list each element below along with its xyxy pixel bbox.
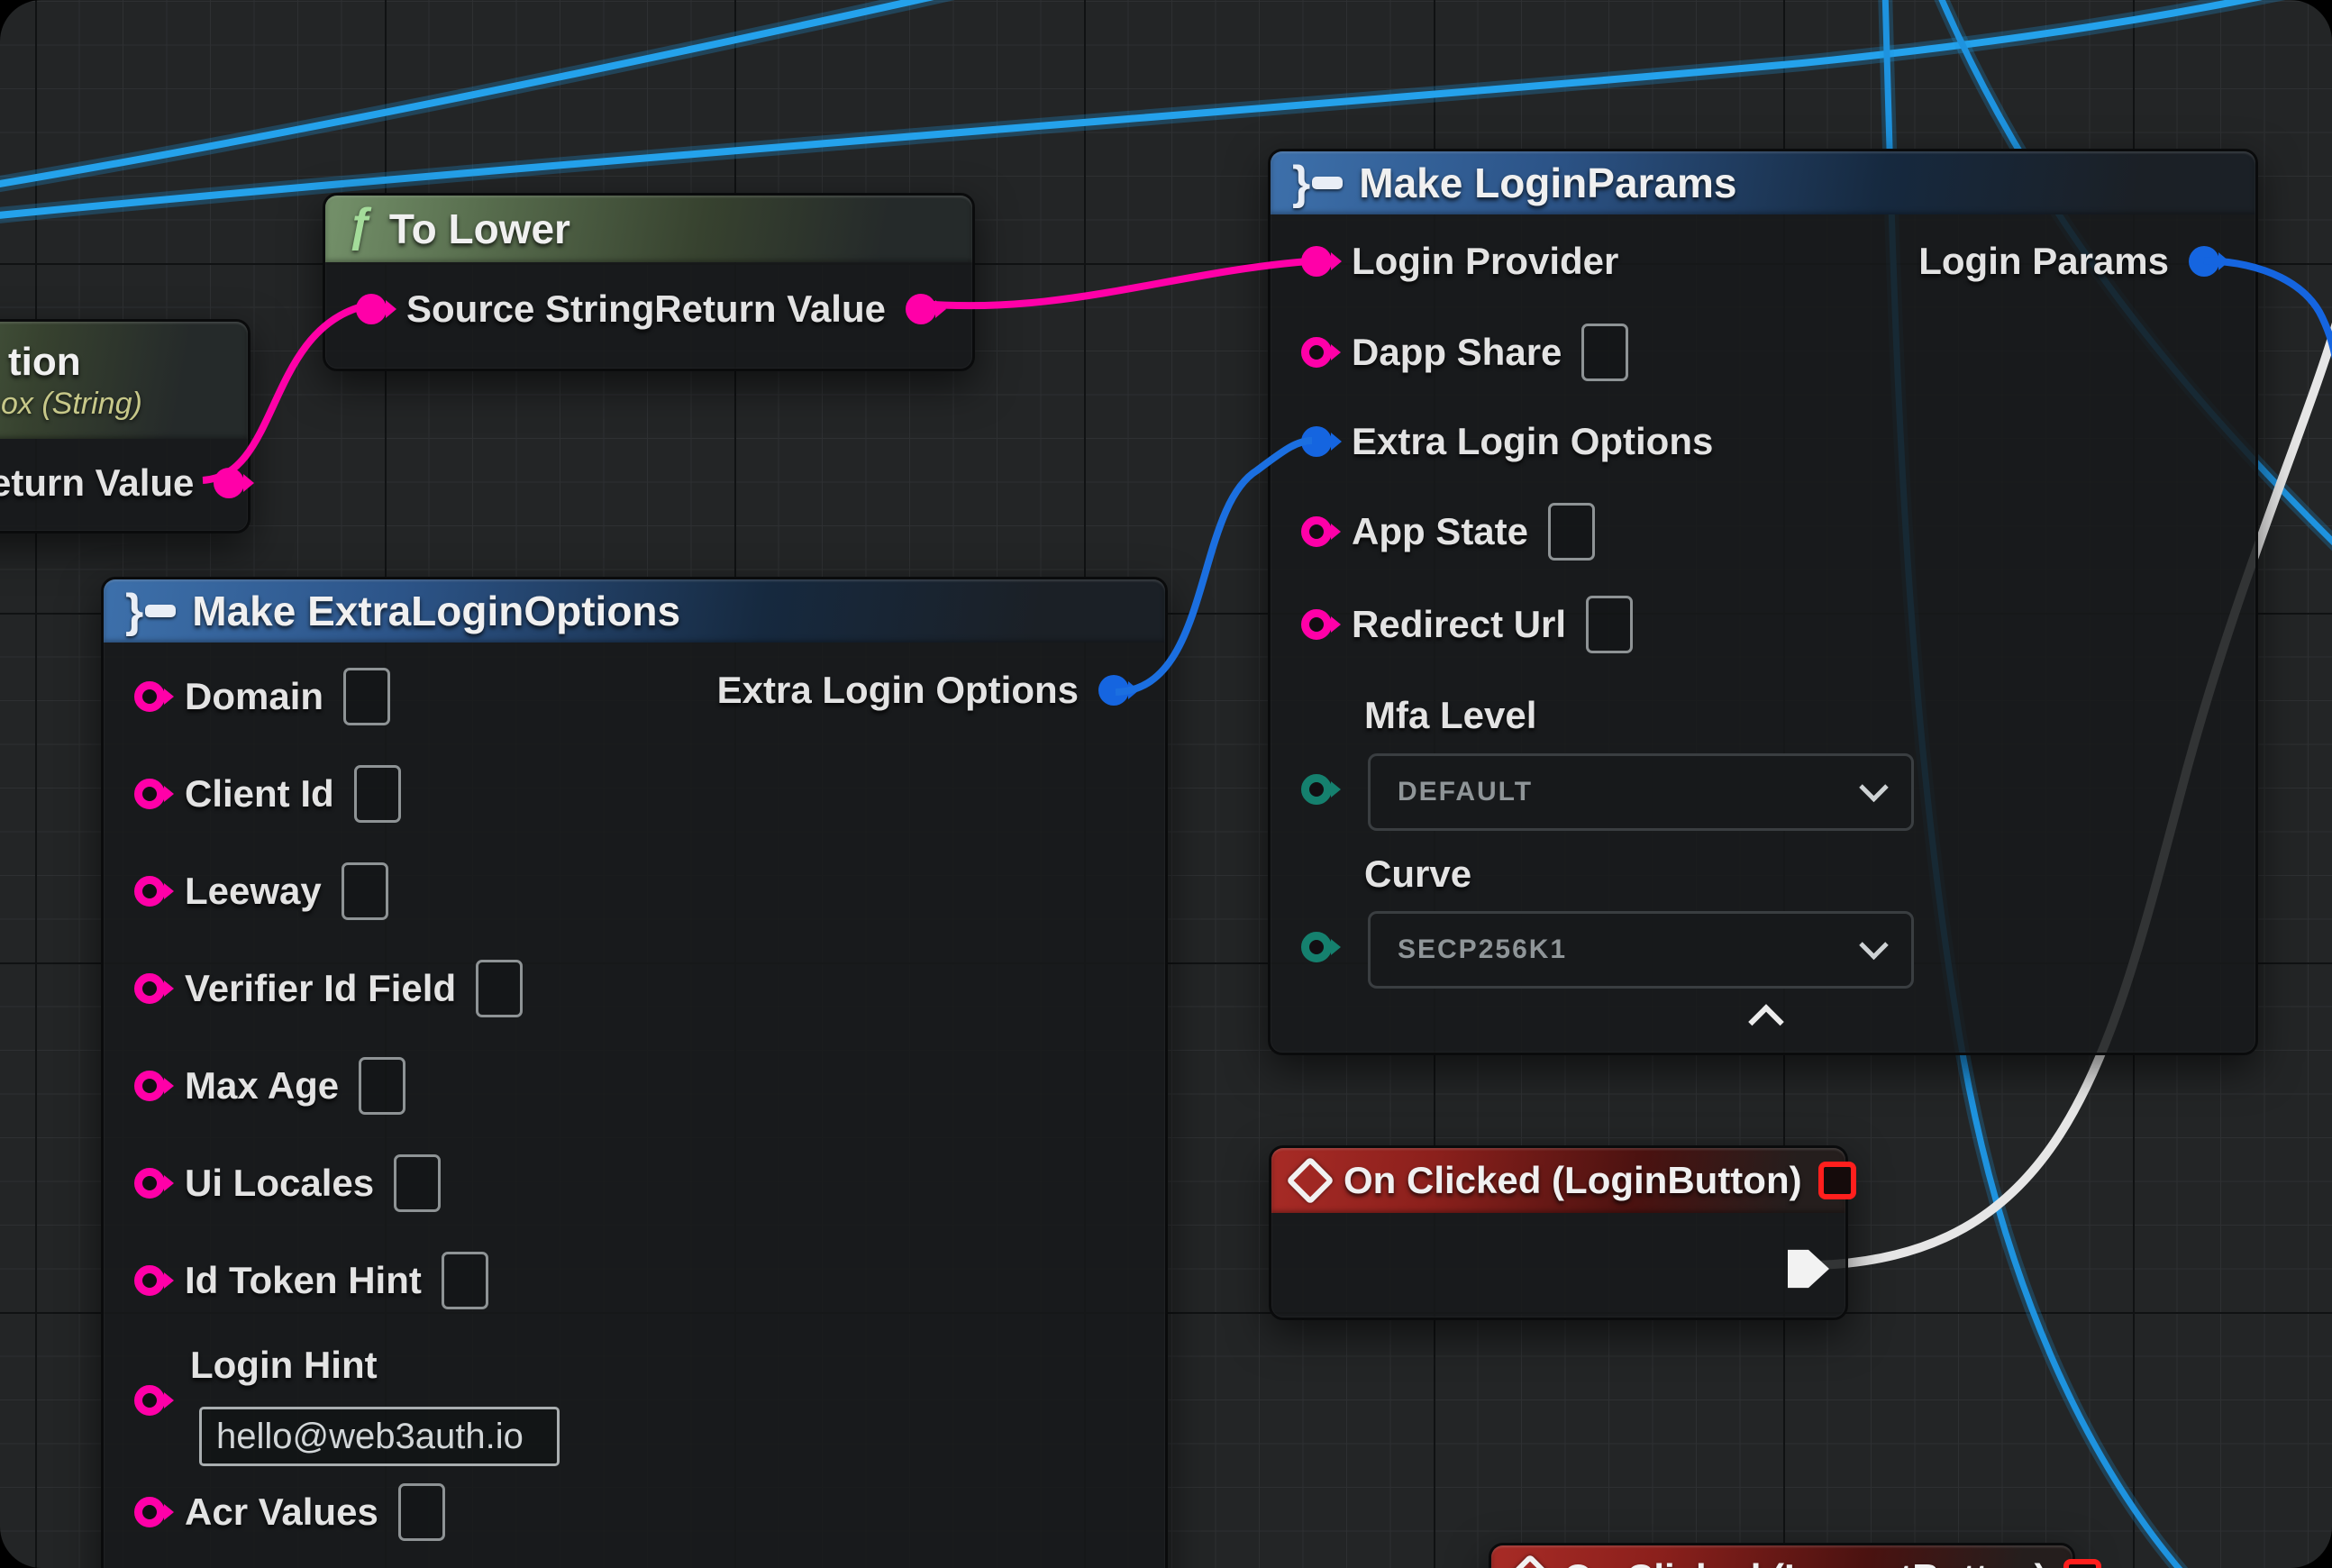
node-on-clicked-logoutbutton-title: On Clicked (LogoutButton) xyxy=(1563,1556,2047,1568)
max-age-input-pin[interactable] xyxy=(134,1071,165,1101)
node-make-extraloginoptions-title: Make ExtraLoginOptions xyxy=(192,587,680,635)
id-token-hint-pin-label: Id Token Hint xyxy=(185,1259,422,1302)
curve-selected-value: SECP256K1 xyxy=(1398,934,1567,965)
node-text-box-partial-header[interactable]: tion ox (String) xyxy=(0,322,248,439)
extra-login-options-output-pin[interactable] xyxy=(1098,675,1129,706)
event-diamond-icon xyxy=(1506,1554,1554,1568)
return-value-pin-label: eturn Value xyxy=(0,461,194,505)
make-struct-icon: } xyxy=(125,588,176,634)
return-value-pin-label: Return Value xyxy=(654,287,886,331)
node-make-loginparams-title: Make LoginParams xyxy=(1359,159,1736,207)
event-diamond-icon xyxy=(1286,1156,1335,1205)
curve-dropdown[interactable]: SECP256K1 xyxy=(1368,911,1914,989)
node-on-clicked-loginbutton-title: On Clicked (LoginButton) xyxy=(1344,1159,1802,1202)
delegate-square-icon[interactable] xyxy=(1818,1162,1856,1199)
verifier-id-field-pin-label: Verifier Id Field xyxy=(185,967,456,1010)
ui-locales-input-pin[interactable] xyxy=(134,1168,165,1199)
node-text-box-partial[interactable]: tion ox (String) eturn Value xyxy=(0,319,251,533)
wire-blue-diagonal-1[interactable] xyxy=(0,0,966,186)
node-make-extraloginoptions-header[interactable]: } Make ExtraLoginOptions xyxy=(104,579,1165,643)
client-id-text-field[interactable] xyxy=(354,765,401,823)
function-icon: ƒ xyxy=(347,202,373,249)
leeway-text-field[interactable] xyxy=(342,862,388,920)
node-subtitle-fragment: ox (String) xyxy=(0,387,142,422)
acr-values-pin-label: Acr Values xyxy=(185,1491,378,1534)
node-title-fragment: tion xyxy=(0,340,81,385)
chevron-down-icon xyxy=(1859,930,1889,960)
id-token-hint-input-pin[interactable] xyxy=(134,1265,165,1296)
chevron-down-icon xyxy=(1859,772,1889,802)
login-params-pin-label: Login Params xyxy=(1918,240,2169,283)
domain-text-field[interactable] xyxy=(343,668,390,725)
domain-pin-label: Domain xyxy=(185,675,323,718)
ui-locales-pin-label: Ui Locales xyxy=(185,1162,374,1205)
client-id-pin-label: Client Id xyxy=(185,772,334,816)
ui-locales-text-field[interactable] xyxy=(394,1154,441,1212)
verifier-id-field-text-field[interactable] xyxy=(476,960,523,1017)
dapp-share-text-field[interactable] xyxy=(1581,324,1628,381)
id-token-hint-text-field[interactable] xyxy=(442,1252,488,1309)
node-on-clicked-logoutbutton[interactable]: On Clicked (LogoutButton) xyxy=(1489,1543,2075,1568)
wire-blue-glow xyxy=(0,0,966,186)
extra-login-options-pin-label: Extra Login Options xyxy=(1352,420,1713,463)
max-age-text-field[interactable] xyxy=(359,1057,405,1115)
source-string-pin-label: Source String xyxy=(406,287,654,331)
node-on-clicked-logoutbutton-header[interactable]: On Clicked (LogoutButton) xyxy=(1491,1545,2072,1568)
login-hint-text-field[interactable]: hello@web3auth.io xyxy=(199,1407,560,1466)
redirect-url-pin-label: Redirect Url xyxy=(1352,603,1566,646)
acr-values-text-field[interactable] xyxy=(398,1483,445,1541)
exec-output-pin[interactable] xyxy=(1788,1247,1829,1290)
mfa-level-input-pin[interactable] xyxy=(1301,774,1332,805)
node-to-lower-header[interactable]: ƒ To Lower xyxy=(325,196,972,262)
app-state-pin-label: App State xyxy=(1352,510,1528,553)
redirect-url-text-field[interactable] xyxy=(1586,596,1633,653)
leeway-input-pin[interactable] xyxy=(134,876,165,907)
extra-login-options-input-pin[interactable] xyxy=(1301,426,1332,457)
login-provider-input-pin[interactable] xyxy=(1301,246,1332,277)
curve-pin-label: Curve xyxy=(1364,852,1471,896)
redirect-url-input-pin[interactable] xyxy=(1301,609,1332,640)
blueprint-graph-canvas[interactable]: tion ox (String) eturn Value ƒ To Lower … xyxy=(0,0,2332,1568)
curve-input-pin[interactable] xyxy=(1301,932,1332,962)
login-hint-pin-label: Login Hint xyxy=(190,1344,378,1387)
node-to-lower-title: To Lower xyxy=(389,205,570,253)
app-state-text-field[interactable] xyxy=(1548,503,1595,561)
mfa-level-selected-value: DEFAULT xyxy=(1398,777,1533,807)
max-age-pin-label: Max Age xyxy=(185,1064,339,1108)
node-make-extraloginoptions[interactable]: } Make ExtraLoginOptions Domain Extra Lo… xyxy=(101,577,1168,1568)
node-make-loginparams[interactable]: } Make LoginParams Login Provider Login … xyxy=(1268,149,2258,1055)
dapp-share-pin-label: Dapp Share xyxy=(1352,331,1562,374)
return-value-output-pin[interactable] xyxy=(214,468,244,498)
login-provider-pin-label: Login Provider xyxy=(1352,240,1618,283)
acr-values-input-pin[interactable] xyxy=(134,1497,165,1527)
verifier-id-field-input-pin[interactable] xyxy=(134,973,165,1004)
node-make-loginparams-header[interactable]: } Make LoginParams xyxy=(1271,151,2255,214)
return-value-output-pin[interactable] xyxy=(906,294,936,324)
node-to-lower[interactable]: ƒ To Lower Source String Return Value xyxy=(323,193,975,371)
leeway-pin-label: Leeway xyxy=(185,870,322,913)
extra-login-options-pin-label: Extra Login Options xyxy=(717,669,1079,712)
dapp-share-input-pin[interactable] xyxy=(1301,337,1332,368)
source-string-input-pin[interactable] xyxy=(356,294,387,324)
app-state-input-pin[interactable] xyxy=(1301,516,1332,547)
delegate-square-icon[interactable] xyxy=(2063,1559,2101,1568)
make-struct-icon: } xyxy=(1292,160,1343,206)
mfa-level-pin-label: Mfa Level xyxy=(1364,694,1536,737)
login-params-output-pin[interactable] xyxy=(2189,246,2219,277)
client-id-input-pin[interactable] xyxy=(134,779,165,809)
wire-string-tolower-to-loginprovider[interactable] xyxy=(921,261,1308,305)
node-on-clicked-loginbutton[interactable]: On Clicked (LoginButton) xyxy=(1269,1145,1848,1320)
domain-input-pin[interactable] xyxy=(134,681,165,712)
collapse-node-chevron-icon[interactable] xyxy=(1748,1004,1784,1040)
login-hint-input-pin[interactable] xyxy=(134,1385,165,1416)
mfa-level-dropdown[interactable]: DEFAULT xyxy=(1368,753,1914,831)
node-on-clicked-loginbutton-header[interactable]: On Clicked (LoginButton) xyxy=(1271,1148,1845,1213)
